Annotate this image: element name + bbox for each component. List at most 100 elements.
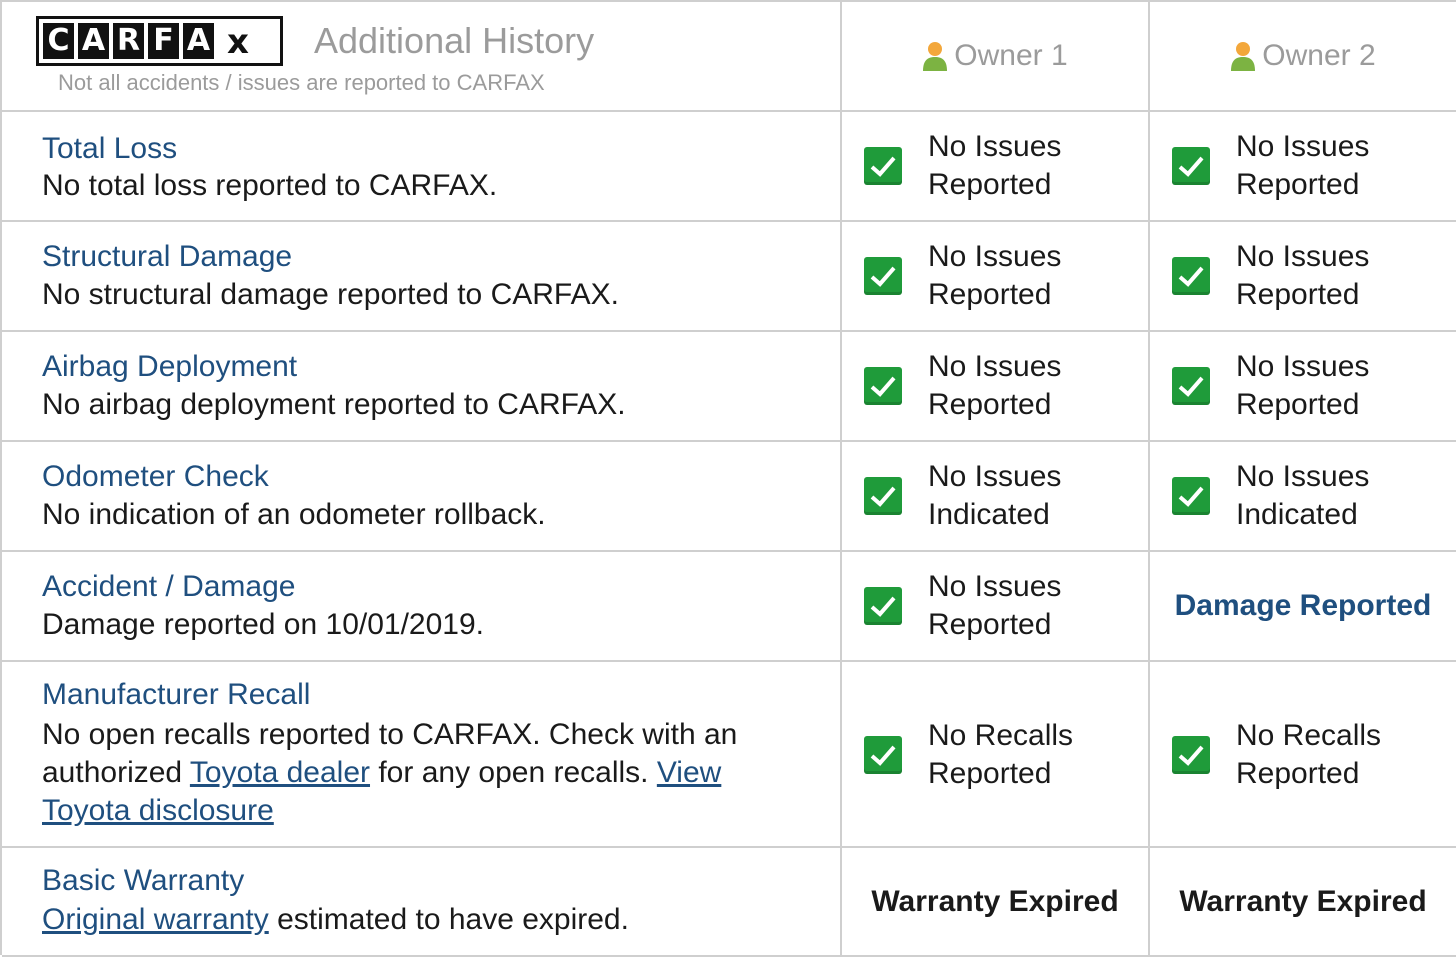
status-line-2: Reported (928, 388, 1052, 421)
status-ok: No Recalls Reported (1172, 717, 1442, 793)
history-row-recall: Manufacturer Recall No open recalls repo… (2, 662, 1456, 848)
item-desc: Original warranty estimated to have expi… (42, 901, 802, 939)
status-line-1: No Issues (928, 240, 1062, 273)
row-main-cell: Odometer Check No indication of an odome… (2, 442, 842, 550)
status-ok: No Issues Reported (864, 568, 1134, 644)
toyota-dealer-link[interactable]: Toyota dealer (190, 756, 370, 789)
owner-1-status-cell: No Issues Reported (842, 222, 1150, 330)
checkmark-icon (1172, 736, 1210, 774)
status-line-1: No Issues (928, 460, 1062, 493)
item-desc: Damage reported on 10/01/2019. (42, 608, 484, 641)
item-title: Manufacturer Recall (42, 678, 311, 711)
checkmark-icon (864, 736, 902, 774)
status-line-1: No Issues (928, 570, 1062, 603)
item-desc: No airbag deployment reported to CARFAX. (42, 388, 626, 421)
status-ok: No Issues Reported (864, 128, 1134, 204)
desc-text: for any open recalls. (370, 756, 657, 789)
status-line-2: Reported (1236, 168, 1360, 201)
status-line-2: Indicated (1236, 498, 1358, 531)
item-title: Accident / Damage (42, 570, 296, 603)
checkmark-icon (864, 587, 902, 625)
status-line-1: No Recalls (928, 719, 1074, 752)
status-line-2: Reported (928, 608, 1052, 641)
status-line-2: Reported (928, 757, 1052, 790)
status-ok: No Recalls Reported (864, 717, 1134, 793)
status-ok: No Issues Indicated (864, 458, 1134, 534)
owner-1-status-cell: No Issues Indicated (842, 442, 1150, 550)
owner-2-status-cell: No Recalls Reported (1150, 662, 1456, 846)
history-row-odometer: Odometer Check No indication of an odome… (2, 442, 1456, 552)
status-ok: No Issues Reported (864, 348, 1134, 424)
owner-1-status-cell: No Issues Reported (842, 552, 1150, 660)
status-ok: No Issues Indicated (1172, 458, 1442, 534)
status-line-2: Reported (928, 168, 1052, 201)
checkmark-icon (1172, 147, 1210, 185)
owner-1-header: Owner 1 (842, 2, 1150, 110)
logo-letter: C (43, 23, 74, 59)
status-line-2: Reported (928, 278, 1052, 311)
status-ok: No Issues Reported (1172, 238, 1442, 314)
row-main-cell: Airbag Deployment No airbag deployment r… (2, 332, 842, 440)
carfax-logo: C A R F A x (36, 16, 283, 66)
damage-reported-link[interactable]: Damage Reported (1175, 589, 1432, 623)
item-title: Basic Warranty (42, 864, 245, 897)
status-ok: No Issues Reported (1172, 348, 1442, 424)
checkmark-icon (1172, 257, 1210, 295)
row-main-cell: Basic Warranty Original warranty estimat… (2, 848, 842, 955)
status-line-1: No Issues (928, 350, 1062, 383)
owner-2-label: Owner 2 (1262, 39, 1376, 72)
item-title: Total Loss (42, 132, 178, 165)
status-line-2: Indicated (928, 498, 1050, 531)
owner-2-header: Owner 2 (1150, 2, 1456, 110)
checkmark-icon (864, 147, 902, 185)
status-line-1: No Issues (1236, 350, 1370, 383)
row-main-cell: Structural Damage No structural damage r… (2, 222, 842, 330)
status-line-2: Reported (1236, 278, 1360, 311)
original-warranty-link[interactable]: Original warranty (42, 903, 269, 936)
logo-letter: F (148, 23, 179, 59)
owner-2-status-cell: No Issues Indicated (1150, 442, 1456, 550)
item-title: Structural Damage (42, 240, 293, 273)
person-icon (1231, 42, 1256, 71)
owner-1-status-cell: Warranty Expired (842, 848, 1150, 955)
history-row-structural-damage: Structural Damage No structural damage r… (2, 222, 1456, 332)
item-desc: No total loss reported to CARFAX. (42, 169, 498, 202)
item-desc: No structural damage reported to CARFAX. (42, 278, 619, 311)
owner-1-status-cell: No Issues Reported (842, 112, 1150, 220)
row-main-cell: Manufacturer Recall No open recalls repo… (2, 662, 842, 846)
header-main-cell: C A R F A x Additional History Not all a… (2, 2, 842, 110)
row-main-cell: Total Loss No total loss reported to CAR… (2, 112, 842, 220)
item-desc: No indication of an odometer rollback. (42, 498, 546, 531)
status-line-1: No Issues (928, 130, 1062, 163)
owner-2-status-cell: Damage Reported (1150, 552, 1456, 660)
person-icon (923, 42, 948, 71)
status-ok: No Issues Reported (1172, 128, 1442, 204)
owner-2-status-cell: Warranty Expired (1150, 848, 1456, 955)
section-title: Additional History (314, 20, 595, 61)
status-line-1: No Recalls (1236, 719, 1382, 752)
owner-2-status-cell: No Issues Reported (1150, 332, 1456, 440)
checkmark-icon (864, 257, 902, 295)
status-ok: No Issues Reported (864, 238, 1134, 314)
section-subtitle: Not all accidents / issues are reported … (58, 70, 545, 95)
logo-letter: R (113, 23, 144, 59)
history-row-accident: Accident / Damage Damage reported on 10/… (2, 552, 1456, 662)
owner-1-status-cell: No Recalls Reported (842, 662, 1150, 846)
status-line-2: Reported (1236, 757, 1360, 790)
checkmark-icon (1172, 367, 1210, 405)
history-row-airbag: Airbag Deployment No airbag deployment r… (2, 332, 1456, 442)
history-row-total-loss: Total Loss No total loss reported to CAR… (2, 112, 1456, 222)
owner-2-status-cell: No Issues Reported (1150, 222, 1456, 330)
row-main-cell: Accident / Damage Damage reported on 10/… (2, 552, 842, 660)
logo-letter: x (227, 22, 249, 62)
checkmark-icon (864, 477, 902, 515)
vehicle-history-table: C A R F A x Additional History Not all a… (0, 0, 1456, 957)
owner-2-status-cell: No Issues Reported (1150, 112, 1456, 220)
item-desc: No open recalls reported to CARFAX. Chec… (42, 716, 802, 830)
status-line-2: Reported (1236, 388, 1360, 421)
header-row: C A R F A x Additional History Not all a… (2, 2, 1456, 112)
item-title: Airbag Deployment (42, 350, 298, 383)
status-line-1: No Issues (1236, 130, 1370, 163)
checkmark-icon (1172, 477, 1210, 515)
warranty-status: Warranty Expired (1179, 884, 1427, 918)
